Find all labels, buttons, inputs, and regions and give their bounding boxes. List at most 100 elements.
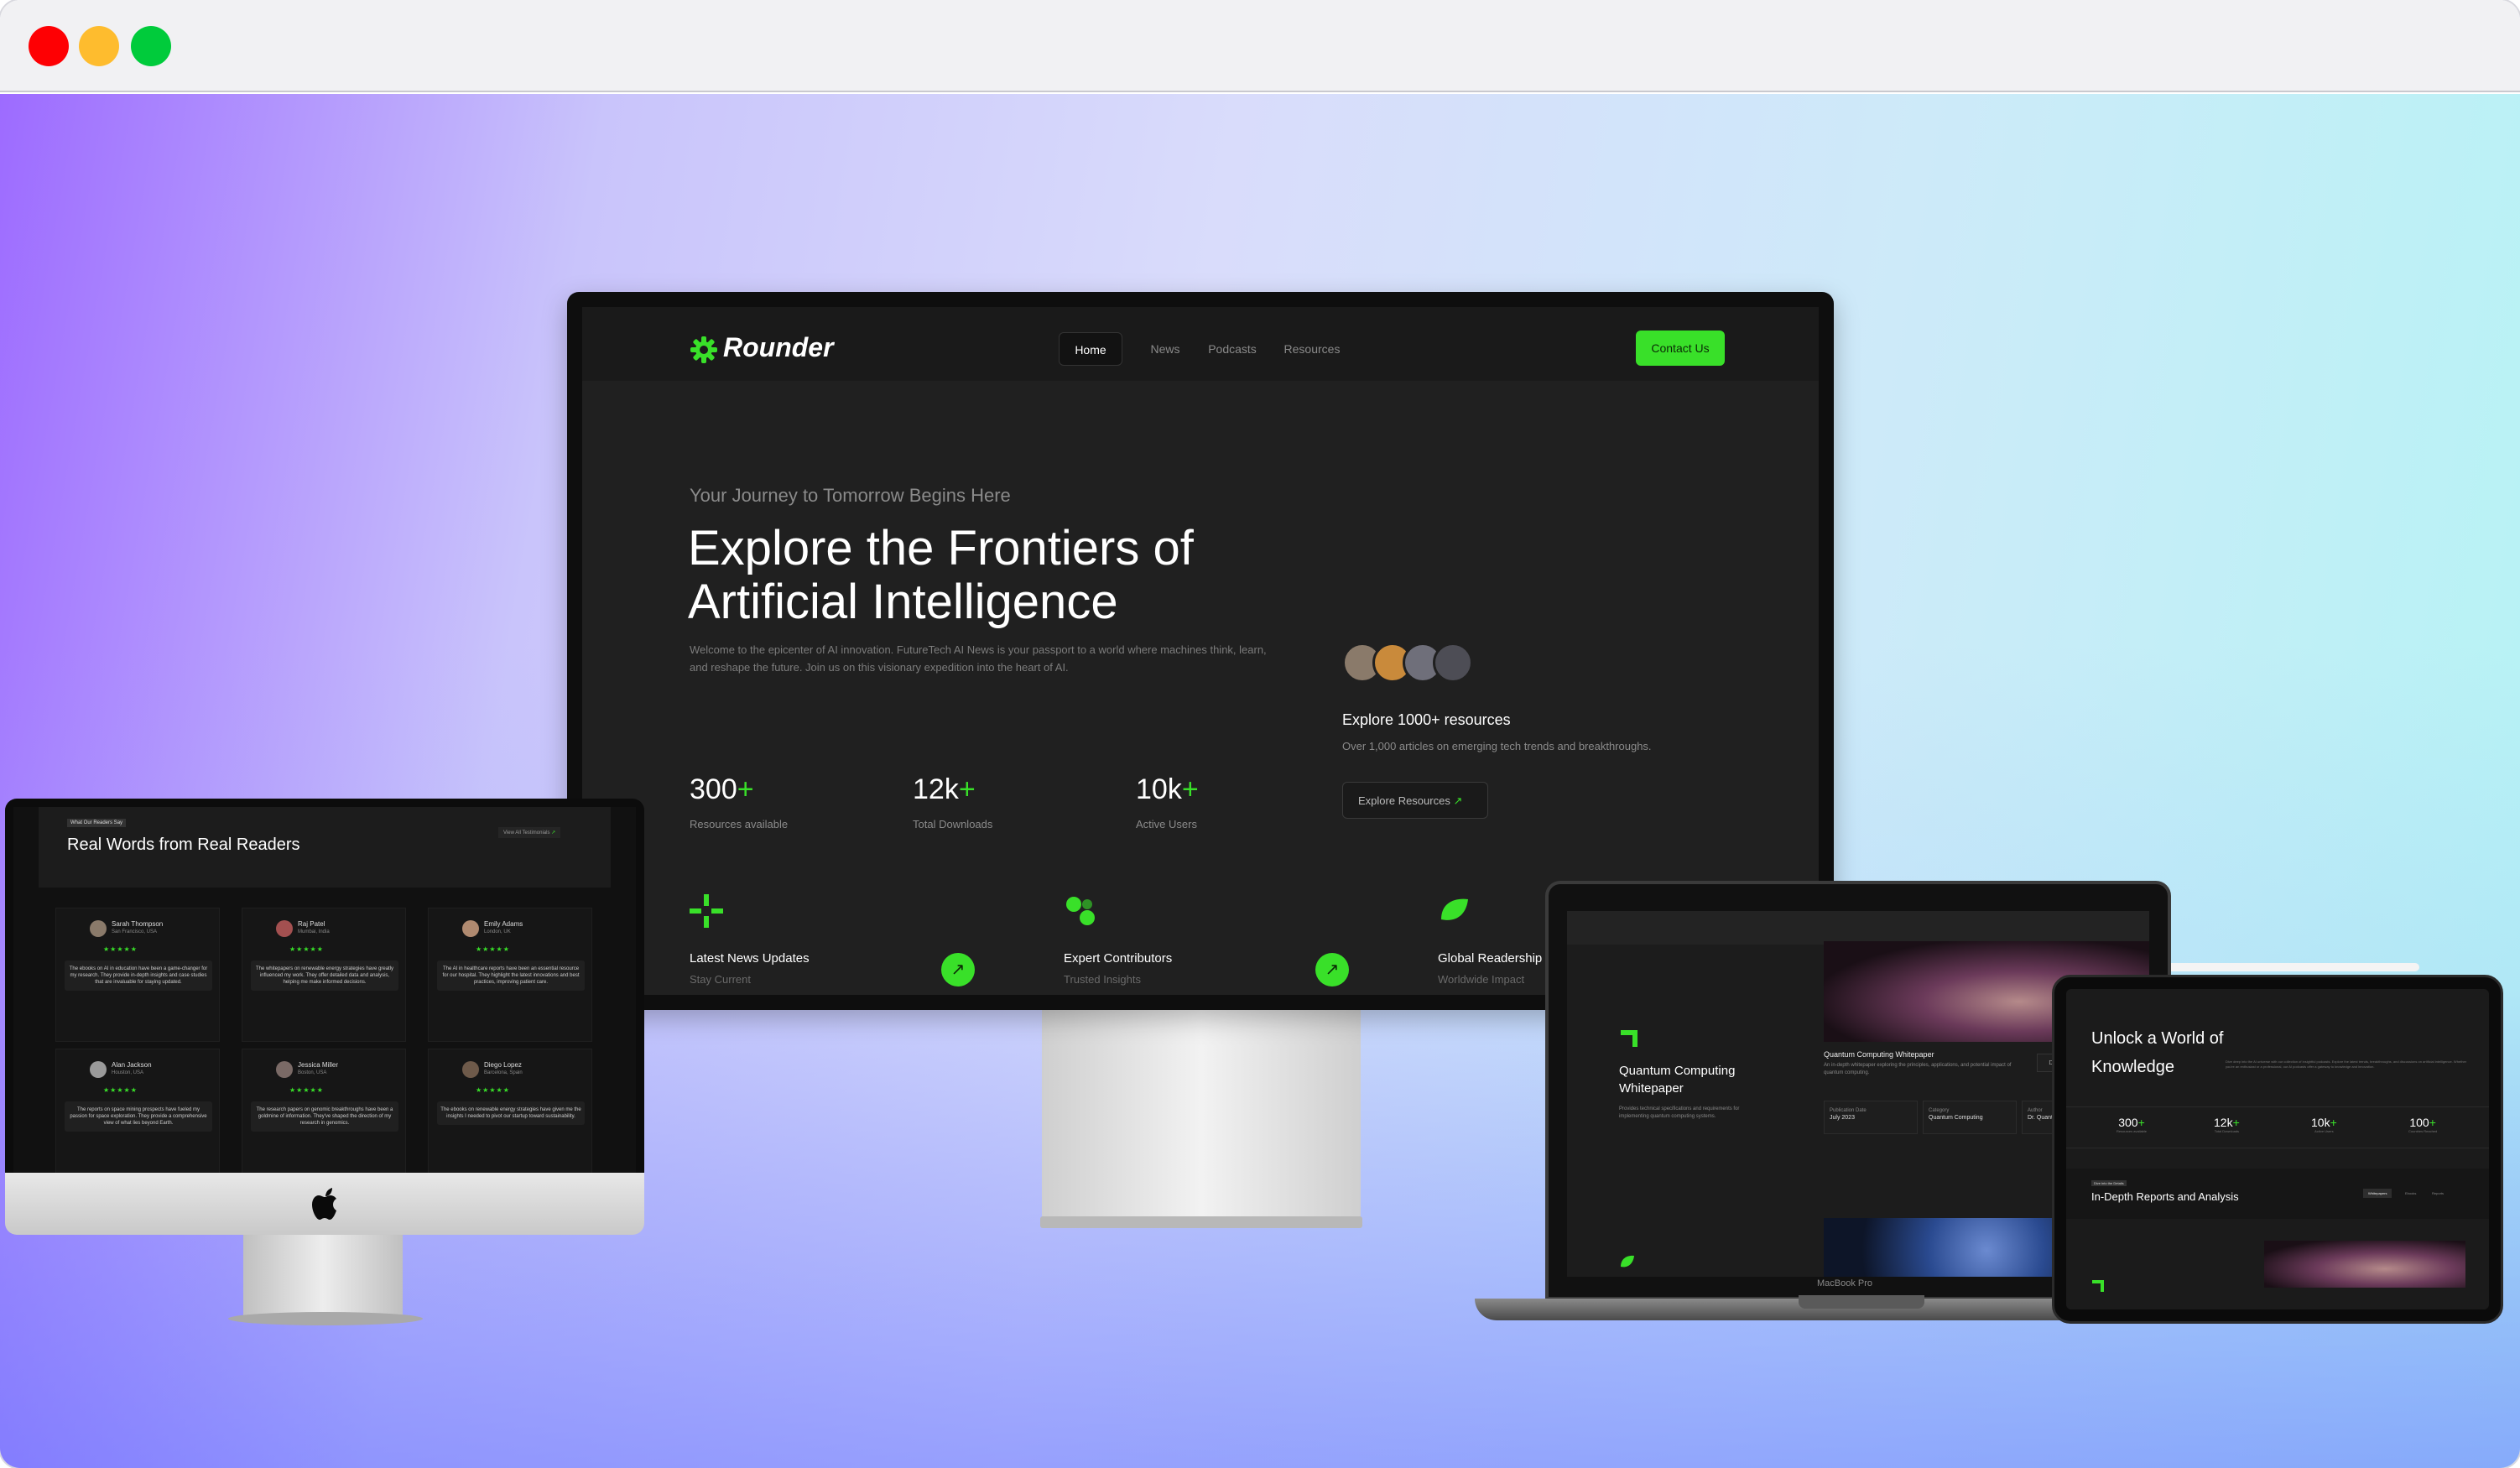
review-text: The reports on space mining prospects ha…	[65, 1101, 212, 1132]
arrow-corner-icon	[2092, 1280, 2104, 1292]
stat-number: 12k	[913, 773, 959, 805]
hero-tagline: Your Journey to Tomorrow Begins Here	[690, 485, 1011, 506]
star-rating: ★★★★★	[103, 945, 138, 953]
hero-title-line1: Explore the Frontiers of	[688, 521, 1194, 575]
ipad-screen: Unlock a World of Knowledge Dive deep in…	[2066, 989, 2489, 1309]
avatar-group	[1342, 643, 1476, 690]
macbook-notch	[1799, 1295, 1924, 1309]
nav-podcasts[interactable]: Podcasts	[1195, 332, 1270, 366]
browser-window: Rounder Home News Podcasts Resources Con…	[0, 0, 2520, 1468]
tab-whitepapers[interactable]: Whitepapers	[2363, 1189, 2392, 1198]
explore-description: Over 1,000 articles on emerging tech tre…	[1342, 740, 1652, 752]
reviewer-name: Jessica Miller	[298, 1061, 339, 1069]
apple-pencil	[2146, 963, 2419, 971]
close-window-button[interactable]	[29, 26, 69, 66]
avatar	[90, 1061, 107, 1078]
contributors-icon	[1066, 897, 1095, 925]
meta-label: Publication Date	[1830, 1108, 1867, 1113]
stat-label: Total Downloads	[2214, 1129, 2240, 1133]
item-description: An in-depth whitepaper exploring the pri…	[1824, 1063, 2012, 1075]
reviewer-location: London, UK	[484, 929, 511, 934]
star-rating: ★★★★★	[476, 1086, 510, 1094]
review-text: The ebooks on AI in education have been …	[65, 960, 212, 991]
stat-label: Countries Reached	[2408, 1129, 2438, 1133]
apple-logo-icon	[312, 1188, 336, 1220]
testimonials-header: What Our Readers Say Real Words from Rea…	[39, 807, 611, 888]
imac-stand	[243, 1235, 403, 1319]
gear-logo-icon	[690, 336, 717, 363]
explore-title: Explore 1000+ resources	[1342, 711, 1511, 728]
stat-number: 12k	[2214, 1116, 2233, 1129]
stat-plus: +	[737, 773, 754, 805]
arrow-up-right-icon: ↗	[950, 960, 966, 979]
stat-number: 100	[2409, 1116, 2429, 1129]
reviews-grid: Sarah Thompson San Francisco, USA ★★★★★ …	[39, 908, 611, 1173]
reviewer-location: Barcelona, Spain	[484, 1070, 523, 1075]
avatar	[462, 920, 479, 937]
review-card: Emily Adams London, UK ★★★★★ The AI in h…	[428, 908, 592, 1042]
ipad-section-header: Dive into the Details In-Depth Reports a…	[2066, 1169, 2489, 1219]
review-text: The research papers on genomic breakthro…	[251, 1101, 398, 1132]
feature-arrow-button[interactable]: ↗	[1315, 953, 1349, 986]
stat-label: Total Downloads	[913, 818, 993, 830]
avatar	[1433, 643, 1473, 683]
ipad-stat: 12k+ Total Downloads	[2214, 1116, 2240, 1133]
sparkle-icon	[690, 894, 723, 928]
reviewer-location: San Francisco, USA	[112, 929, 158, 934]
stat-label: Resources available	[690, 818, 789, 830]
ipad-stat: 300+ Resources available	[2116, 1116, 2147, 1133]
button-label: View All Testimonials	[503, 830, 550, 836]
stat-plus: +	[1181, 773, 1199, 805]
imac-base	[228, 1312, 423, 1325]
arrow-up-right-icon: ↗	[1453, 794, 1463, 807]
monitor-foot	[1040, 1216, 1362, 1228]
stat-plus: +	[2429, 1116, 2436, 1129]
nav-home[interactable]: Home	[1059, 332, 1122, 366]
tab-ebooks[interactable]: Ebooks	[2400, 1189, 2421, 1198]
ipad-hero-title: Unlock a World of Knowledge	[2091, 1024, 2223, 1081]
mockup-canvas: Rounder Home News Podcasts Resources Con…	[0, 94, 2520, 1468]
maximize-window-button[interactable]	[131, 26, 171, 66]
section-badge: What Our Readers Say	[67, 819, 127, 827]
meta-publication-date: Publication Date July 2023	[1824, 1101, 1918, 1134]
contact-us-button[interactable]: Contact Us	[1636, 331, 1725, 366]
brand-name[interactable]: Rounder	[723, 332, 834, 363]
stat-number: 300	[690, 773, 737, 805]
nav-news[interactable]: News	[1136, 332, 1195, 366]
star-rating: ★★★★★	[289, 1086, 324, 1094]
button-label: Explore Resources	[1358, 794, 1450, 807]
review-text: The ebooks on renewable energy strategie…	[437, 1101, 585, 1125]
stat-number: 300	[2118, 1116, 2138, 1129]
section-title: In-Depth Reports and Analysis	[2091, 1190, 2239, 1203]
ipad-stat: 10k+ Active Users	[2311, 1116, 2337, 1133]
reviewer-name: Alan Jackson	[112, 1061, 152, 1069]
minimize-window-button[interactable]	[79, 26, 119, 66]
hero-description: Welcome to the epicenter of AI innovatio…	[690, 643, 1267, 674]
star-rating: ★★★★★	[103, 1086, 138, 1094]
nav-resources[interactable]: Resources	[1270, 332, 1354, 366]
stat-plus: +	[958, 773, 976, 805]
leaf-icon	[1441, 898, 1468, 920]
stat-number: 10k	[1136, 773, 1182, 805]
stat-users: 10k+ Active Users	[1136, 773, 1199, 830]
feature-subtitle: Trusted Insights	[1064, 973, 1142, 986]
view-all-button[interactable]: View All Testimonials ↗	[498, 827, 561, 838]
arrow-corner-icon	[1621, 1030, 1637, 1047]
stat-resources: 300+ Resources available	[690, 773, 788, 830]
explore-resources-button[interactable]: Explore Resources ↗	[1342, 782, 1488, 819]
imac-screen: What Our Readers Say Real Words from Rea…	[13, 807, 636, 1173]
stat-number: 10k	[2311, 1116, 2330, 1129]
stat-label: Resources available	[2116, 1129, 2148, 1133]
macbook-navbar	[1567, 911, 2149, 945]
monitor-stand	[1042, 1010, 1361, 1220]
reviewer-name: Diego Lopez	[484, 1061, 522, 1069]
title-bar	[0, 0, 2520, 92]
review-card: Raj Patel Mumbai, India ★★★★★ The whitep…	[242, 908, 406, 1042]
arrow-up-right-icon: ↗	[1325, 960, 1340, 979]
meta-value: Quantum Computing	[1929, 1115, 1983, 1121]
feature-arrow-button[interactable]: ↗	[941, 953, 975, 986]
title-line2: Knowledge	[2091, 1058, 2174, 1076]
review-card: Diego Lopez Barcelona, Spain ★★★★★ The e…	[428, 1049, 592, 1173]
meta-category: Category Quantum Computing	[1923, 1101, 2017, 1134]
tab-reports[interactable]: Reports	[2427, 1189, 2449, 1198]
